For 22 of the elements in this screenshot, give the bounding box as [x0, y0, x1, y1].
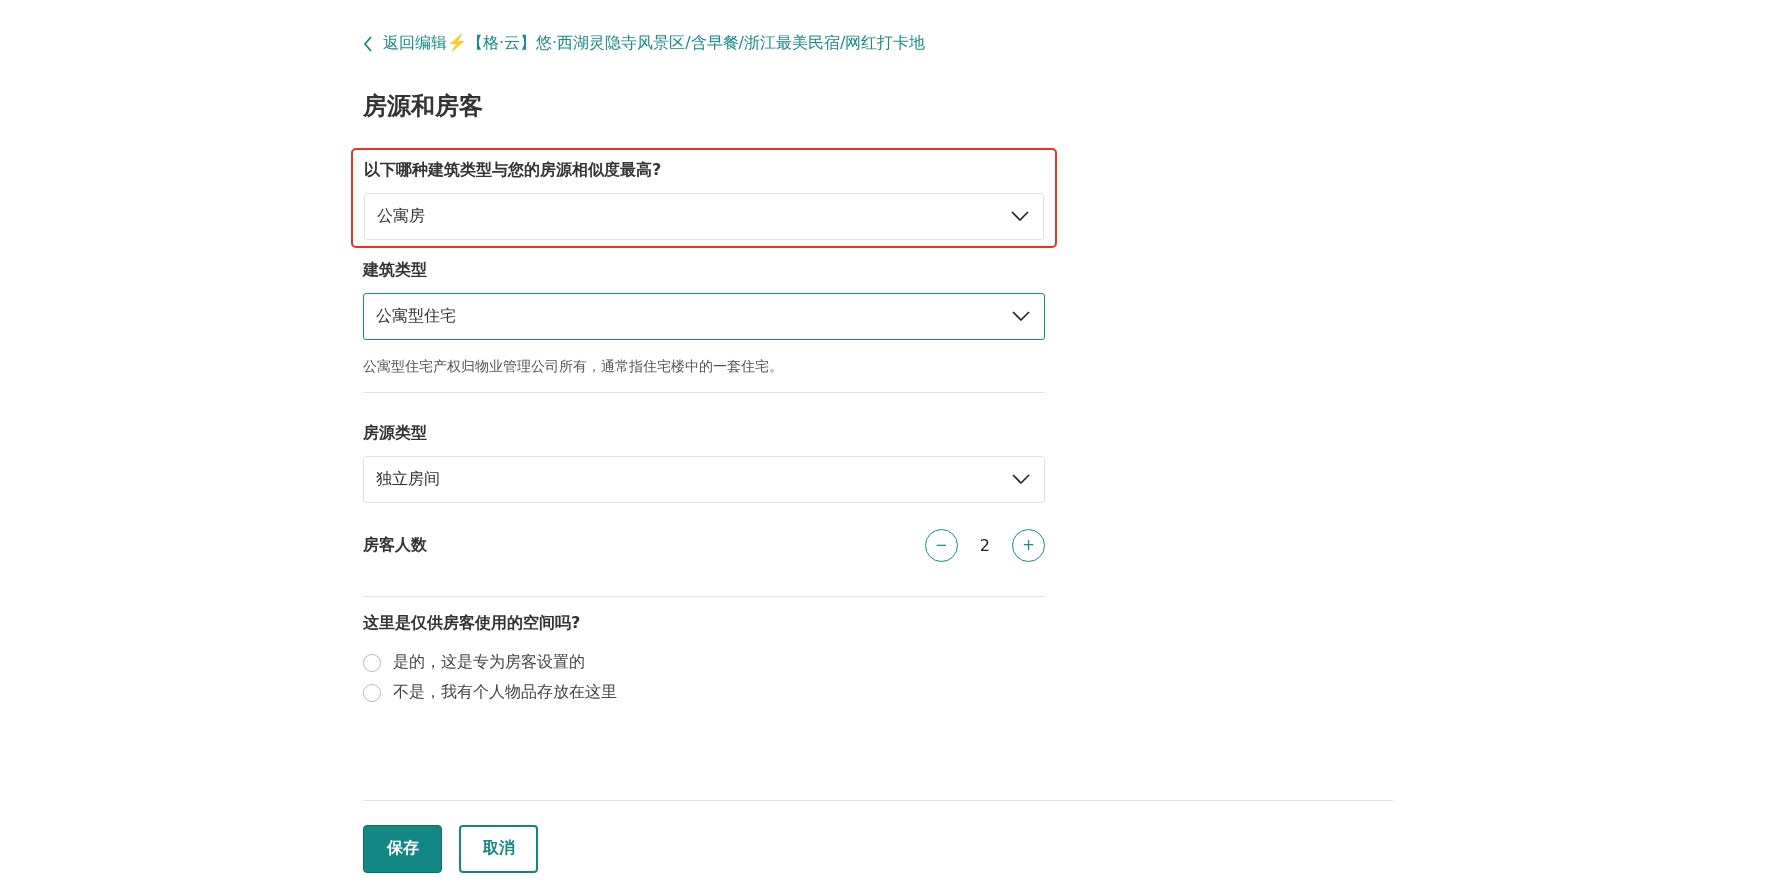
field-label: 建筑类型: [363, 259, 428, 281]
save-button[interactable]: 保存: [363, 824, 442, 873]
guest-count: 2: [979, 535, 990, 555]
back-link[interactable]: 返回编辑⚡【格·云】悠·西湖灵隐寺风景区/含早餐/浙江最美民宿/网红打卡地: [363, 33, 926, 54]
page-title: 房源和房客: [363, 90, 484, 122]
help-text: 公寓型住宅产权归物业管理公司所有，通常指住宅楼中的一套住宅。: [363, 357, 784, 376]
dropdown-select[interactable]: 公寓房: [364, 192, 1044, 240]
dropdown-select[interactable]: 公寓型住宅: [363, 292, 1045, 340]
cancel-button[interactable]: 取消: [459, 824, 538, 873]
question-label: 这里是仅供房客使用的空间吗?: [363, 612, 582, 634]
increment-button[interactable]: +: [1012, 528, 1045, 562]
field-label: 房源类型: [363, 422, 428, 444]
option-label[interactable]: 不是，我有个人物品存放在这里: [393, 682, 617, 703]
chevron-down-icon: [1011, 211, 1029, 221]
chevron-down-icon: [1012, 474, 1030, 484]
back-chevron-icon: [363, 35, 373, 52]
option-label[interactable]: 是的，这是专为房客设置的: [393, 652, 585, 673]
decrement-button[interactable]: −: [924, 528, 958, 562]
guests-label: 房客人数: [363, 534, 427, 556]
field-label: 以下哪种建筑类型与您的房源相似度最高?: [364, 159, 663, 181]
chevron-down-icon: [1012, 311, 1030, 321]
dropdown-select[interactable]: 独立房间: [363, 455, 1045, 503]
